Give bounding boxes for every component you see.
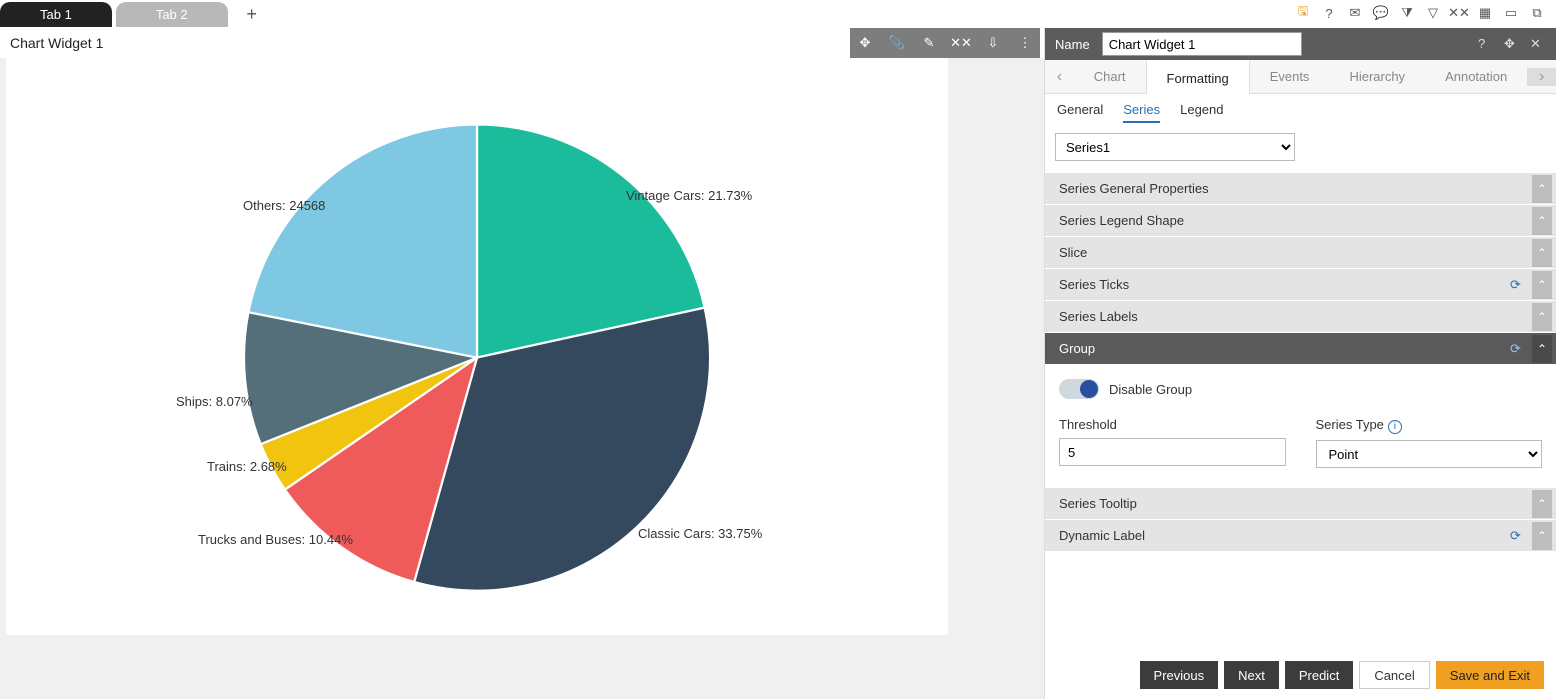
subtab-legend[interactable]: Legend	[1180, 102, 1223, 123]
tab-events[interactable]: Events	[1250, 60, 1330, 94]
save-exit-button[interactable]: Save and Exit	[1436, 661, 1544, 689]
save-icon[interactable]: 🖫	[1294, 4, 1312, 22]
filter-icon[interactable]: ▽	[1424, 4, 1442, 22]
download-icon[interactable]: ⇩	[984, 34, 1002, 52]
disable-group-toggle[interactable]	[1059, 379, 1099, 399]
chevron-up-icon: ⌃	[1532, 239, 1552, 267]
subtab-general[interactable]: General	[1057, 102, 1103, 123]
tab-chart[interactable]: Chart	[1074, 60, 1146, 94]
series-type-select[interactable]: Point	[1316, 440, 1543, 468]
pie-label-ships: Ships: 8.07%	[176, 394, 253, 409]
name-input[interactable]	[1102, 32, 1302, 56]
acc-dynamic-label[interactable]: Dynamic Label ⟳ ⌃	[1045, 520, 1556, 552]
acc-series-ticks-label: Series Ticks	[1059, 277, 1129, 292]
refresh-icon[interactable]: ⟳	[1510, 341, 1526, 357]
chevron-up-icon: ⌃	[1532, 522, 1552, 550]
chevron-up-icon: ⌃	[1532, 303, 1552, 331]
grid-icon[interactable]: ▦	[1476, 4, 1494, 22]
add-tab-button[interactable]: +	[242, 4, 262, 25]
refresh-icon[interactable]: ⟳	[1510, 277, 1526, 293]
refresh-icon[interactable]: ⟳	[1510, 528, 1526, 544]
pie-label-trains: Trains: 2.68%	[207, 459, 287, 474]
series-type-label: Series Typei	[1316, 417, 1543, 434]
tab-2[interactable]: Tab 2	[116, 2, 228, 27]
threshold-label: Threshold	[1059, 417, 1286, 432]
predict-button[interactable]: Predict	[1285, 661, 1353, 689]
tab-1[interactable]: Tab 1	[0, 2, 112, 27]
tab-annotation[interactable]: Annotation	[1425, 60, 1527, 94]
chart-area: Vintage Cars: 21.73% Classic Cars: 33.75…	[6, 58, 948, 635]
chevron-up-icon: ⌃	[1532, 335, 1552, 363]
formatting-subtabs: General Series Legend	[1045, 94, 1556, 127]
acc-dynamic-label-label: Dynamic Label	[1059, 528, 1145, 543]
comment-icon[interactable]: 💬	[1372, 4, 1390, 22]
chevron-up-icon: ⌃	[1532, 490, 1552, 518]
devices-icon[interactable]: ⧉	[1528, 4, 1546, 22]
attach-icon[interactable]: 📎	[888, 34, 906, 52]
acc-series-ticks[interactable]: Series Ticks ⟳ ⌃	[1045, 269, 1556, 301]
chevron-up-icon: ⌃	[1532, 271, 1552, 299]
next-button[interactable]: Next	[1224, 661, 1279, 689]
acc-series-tooltip-label: Series Tooltip	[1059, 496, 1137, 511]
acc-series-general-label: Series General Properties	[1059, 181, 1209, 196]
panel-help-icon[interactable]: ?	[1478, 36, 1494, 52]
chevron-up-icon: ⌃	[1532, 207, 1552, 235]
move-icon[interactable]: ✥	[856, 34, 874, 52]
panel-footer: Previous Next Predict Cancel Save and Ex…	[1045, 651, 1556, 699]
pie-label-trucks: Trucks and Buses: 10.44%	[198, 532, 353, 547]
group-panel: Disable Group Threshold Series Typei Poi…	[1045, 365, 1556, 488]
panel-move-icon[interactable]: ✥	[1504, 36, 1520, 52]
acc-legend-shape[interactable]: Series Legend Shape ⌃	[1045, 205, 1556, 237]
pie-chart	[6, 58, 948, 635]
cancel-button[interactable]: Cancel	[1359, 661, 1429, 689]
present-icon[interactable]: ▭	[1502, 4, 1520, 22]
acc-series-tooltip[interactable]: Series Tooltip ⌃	[1045, 488, 1556, 520]
filter-off-icon[interactable]: ⧩	[1398, 4, 1416, 22]
more-icon[interactable]: ⋮	[1016, 34, 1034, 52]
edit-icon[interactable]: ✎	[920, 34, 938, 52]
acc-group[interactable]: Group ⟳ ⌃	[1045, 333, 1556, 365]
tab-formatting[interactable]: Formatting	[1146, 60, 1250, 94]
panel-tabs: ‹ Chart Formatting Events Hierarchy Anno…	[1045, 60, 1556, 94]
tabs-scroll-left[interactable]: ‹	[1045, 68, 1074, 86]
widget-toolbar: ✥ 📎 ✎ ✕✕ ⇩ ⋮	[850, 28, 1040, 58]
chevron-up-icon: ⌃	[1532, 175, 1552, 203]
series-select[interactable]: Series1	[1055, 133, 1295, 161]
tab-hierarchy[interactable]: Hierarchy	[1329, 60, 1425, 94]
disable-group-label: Disable Group	[1109, 382, 1192, 397]
tools-icon[interactable]: ✕✕	[1450, 4, 1468, 22]
app-toolbar: 🖫 ? ✉ 💬 ⧩ ▽ ✕✕ ▦ ▭ ⧉	[1294, 4, 1546, 22]
acc-legend-shape-label: Series Legend Shape	[1059, 213, 1184, 228]
tabs-scroll-right[interactable]: ›	[1527, 68, 1556, 86]
help-icon[interactable]: ?	[1320, 4, 1338, 22]
acc-series-labels-label: Series Labels	[1059, 309, 1138, 324]
widget-title: Chart Widget 1	[10, 35, 103, 51]
threshold-input[interactable]	[1059, 438, 1286, 466]
series-accordion: Series General Properties ⌃ Series Legen…	[1045, 173, 1556, 552]
settings-icon[interactable]: ✕✕	[952, 34, 970, 52]
pie-label-classic: Classic Cars: 33.75%	[638, 526, 762, 541]
pie-label-others: Others: 24568	[243, 198, 325, 213]
acc-slice[interactable]: Slice ⌃	[1045, 237, 1556, 269]
name-label: Name	[1055, 37, 1090, 52]
panel-close-icon[interactable]: ✕	[1530, 36, 1546, 52]
acc-series-general[interactable]: Series General Properties ⌃	[1045, 173, 1556, 205]
acc-series-labels[interactable]: Series Labels ⌃	[1045, 301, 1556, 333]
info-icon[interactable]: i	[1388, 420, 1402, 434]
pie-label-vintage: Vintage Cars: 21.73%	[626, 188, 752, 203]
acc-slice-label: Slice	[1059, 245, 1087, 260]
mail-icon[interactable]: ✉	[1346, 4, 1364, 22]
subtab-series[interactable]: Series	[1123, 102, 1160, 123]
canvas: Chart Widget 1 ✥ 📎 ✎ ✕✕ ⇩ ⋮	[0, 28, 1044, 699]
previous-button[interactable]: Previous	[1140, 661, 1219, 689]
acc-group-label: Group	[1059, 341, 1095, 356]
properties-panel: Name ? ✥ ✕ ‹ Chart Formatting Events Hie…	[1044, 28, 1556, 699]
